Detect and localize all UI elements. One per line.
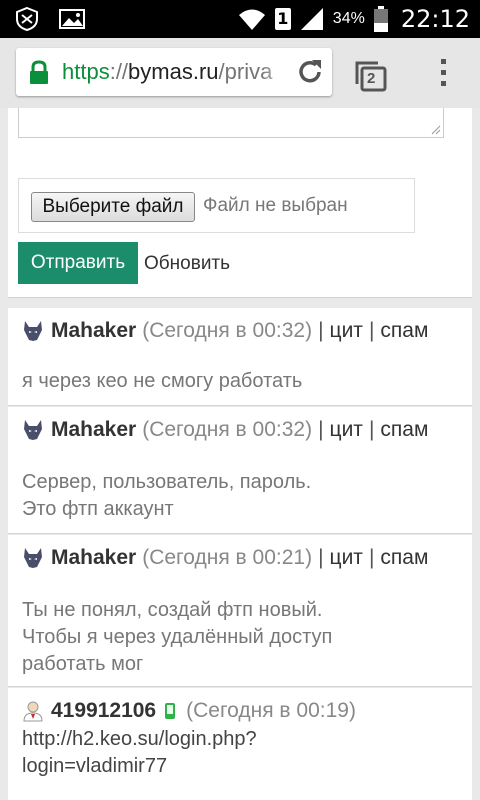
url-host: bymas.ru xyxy=(128,59,219,84)
battery-icon xyxy=(373,6,388,32)
post-author[interactable]: Mahaker xyxy=(51,319,136,343)
post: Mahaker (Сегодня в 00:32) | цит | спам я… xyxy=(8,308,472,406)
shield-icon xyxy=(16,6,38,32)
wolf-avatar-icon[interactable] xyxy=(22,320,44,342)
post-body: http://h2.keo.su/login.php? login=vladim… xyxy=(22,726,257,780)
post: Mahaker (Сегодня в 00:21) | цит | спам Т… xyxy=(8,535,472,687)
refresh-link[interactable]: Обновить xyxy=(144,253,230,275)
post-line: Чтобы я через удалённый доступ xyxy=(22,626,333,648)
reload-icon[interactable] xyxy=(294,56,326,88)
spam-link[interactable]: спам xyxy=(380,319,428,343)
user-avatar-icon[interactable] xyxy=(22,700,44,722)
post-line: Это фтп аккаунт xyxy=(22,498,174,520)
address-bar[interactable]: https://bymas.ru/priva xyxy=(16,48,332,96)
wolf-avatar-icon[interactable] xyxy=(22,547,44,569)
separator: | xyxy=(318,319,324,342)
post-author[interactable]: Mahaker xyxy=(51,418,136,442)
resize-handle-icon[interactable] xyxy=(431,125,441,135)
post-header: 419912106 (Сегодня в 00:19) xyxy=(22,698,356,724)
reply-form: Выберите файл Файл не выбран Отправить О… xyxy=(8,108,472,298)
post-header: Mahaker (Сегодня в 00:32) | цит | спам xyxy=(22,318,428,344)
clock: 22:12 xyxy=(400,5,470,33)
post: 419912106 (Сегодня в 00:19) http://h2.ke… xyxy=(8,688,472,800)
post-body: Сервер, пользователь, пароль. Это фтп ак… xyxy=(22,469,311,523)
quote-link[interactable]: цит xyxy=(330,319,363,343)
post-author[interactable]: Mahaker xyxy=(51,546,136,570)
post-line: работать мог xyxy=(22,653,144,675)
separator: | xyxy=(368,546,375,569)
battery-percent: 34% xyxy=(332,10,365,27)
status-bar: 1 34% 22:12 xyxy=(0,0,480,38)
post-date: (Сегодня в 00:32) xyxy=(142,319,313,342)
url-fade xyxy=(262,48,292,96)
post-line[interactable]: http://h2.keo.su/login.php? xyxy=(22,726,257,753)
post: Mahaker (Сегодня в 00:32) | цит | спам С… xyxy=(8,407,472,534)
separator: | xyxy=(318,418,324,441)
separator: | xyxy=(368,319,375,342)
url-separator: :// xyxy=(109,59,129,84)
separator: | xyxy=(368,418,375,441)
sim-slot-indicator: 1 xyxy=(274,8,291,30)
send-button[interactable]: Отправить xyxy=(18,242,138,284)
post-date: (Сегодня в 00:32) xyxy=(142,418,313,441)
post-header: Mahaker (Сегодня в 00:21) | цит | спам xyxy=(22,545,428,571)
url-scheme: https xyxy=(62,59,110,84)
post-body: я через кео не смогу работать xyxy=(22,368,302,395)
post-line: я через кео не смогу работать xyxy=(22,370,303,392)
lock-icon xyxy=(30,60,48,84)
no-file-text: Файл не выбран xyxy=(203,195,348,216)
choose-file-button[interactable]: Выберите файл xyxy=(31,192,195,222)
post-date: (Сегодня в 00:21) xyxy=(142,546,313,569)
quote-link[interactable]: цит xyxy=(330,418,363,442)
overflow-menu-icon[interactable] xyxy=(432,56,454,92)
file-upload: Выберите файл Файл не выбран xyxy=(18,178,415,233)
tabs-button[interactable]: 2 xyxy=(354,60,388,92)
url-text[interactable]: https://bymas.ru/priva xyxy=(62,59,272,85)
quote-link[interactable]: цит xyxy=(330,546,363,570)
post-header: Mahaker (Сегодня в 00:32) | цит | спам xyxy=(22,417,428,443)
mobile-phone-icon xyxy=(165,703,176,719)
spam-link[interactable]: спам xyxy=(380,546,428,570)
post-date: (Сегодня в 00:19) xyxy=(186,699,356,722)
post-line: Ты не понял, создай фтп новый. xyxy=(22,599,323,621)
wolf-avatar-icon[interactable] xyxy=(22,419,44,441)
tab-count: 2 xyxy=(367,70,376,87)
message-textarea[interactable] xyxy=(18,108,444,138)
post-line: Сервер, пользователь, пароль. xyxy=(22,471,312,493)
post-line[interactable]: login=vladimir77 xyxy=(22,753,257,780)
signal-icon xyxy=(300,8,323,30)
wifi-icon xyxy=(238,9,265,30)
page-content: Выберите файл Файл не выбран Отправить О… xyxy=(0,108,480,800)
separator: | xyxy=(318,546,324,569)
browser-toolbar: https://bymas.ru/priva 2 xyxy=(0,38,480,108)
image-icon xyxy=(59,9,85,29)
post-body: Ты не понял, создай фтп новый. Чтобы я ч… xyxy=(22,597,332,678)
spam-link[interactable]: спам xyxy=(380,418,428,442)
post-author[interactable]: 419912106 xyxy=(51,699,156,723)
